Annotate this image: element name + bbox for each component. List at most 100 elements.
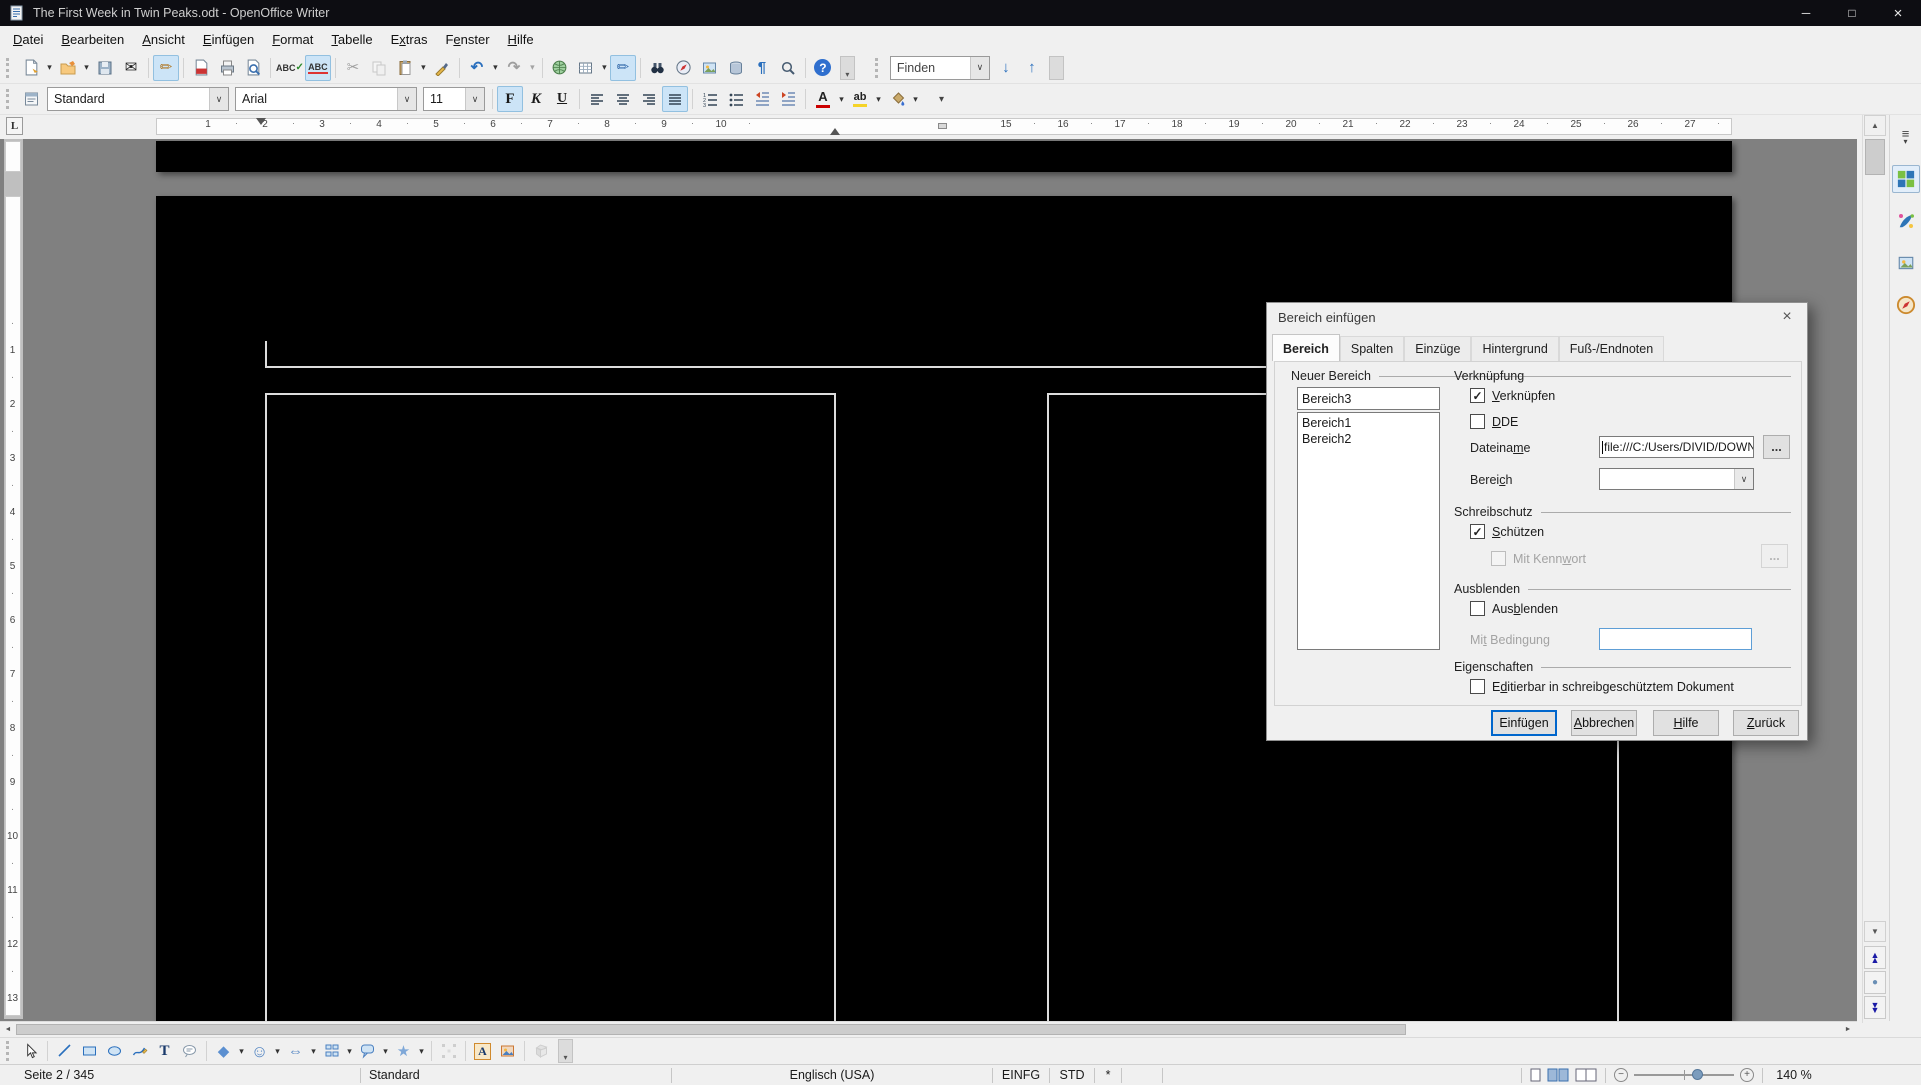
styles-panel-button[interactable]: [18, 86, 44, 112]
flowchart-button[interactable]: [319, 1040, 344, 1063]
drawing-toolbar-grip[interactable]: [6, 1041, 13, 1061]
insert-picture-button[interactable]: [495, 1040, 520, 1063]
block-arrows-button[interactable]: ⇔: [283, 1040, 308, 1063]
style-chevron-icon[interactable]: ∨: [209, 88, 228, 110]
insert-table-button[interactable]: [573, 55, 599, 81]
align-center-button[interactable]: [610, 86, 636, 112]
open-dropdown-icon[interactable]: ▾: [81, 62, 92, 73]
tab-fu-endnoten[interactable]: Fuß-/Endnoten: [1559, 336, 1664, 361]
menu-tabelle[interactable]: Tabelle: [322, 28, 381, 51]
menu-bearbeiten[interactable]: Bearbeiten: [52, 28, 133, 51]
link-checkbox[interactable]: ✓Verknüpfen: [1470, 388, 1555, 403]
help-button-dialog[interactable]: Hilfe: [1653, 710, 1719, 736]
sidebar-gallery-button[interactable]: [1892, 249, 1920, 277]
toolbar-grip[interactable]: [6, 58, 13, 78]
insert-button[interactable]: Einfügen: [1491, 710, 1557, 736]
callouts-button[interactable]: [355, 1040, 380, 1063]
book-view-button[interactable]: [1575, 1068, 1597, 1082]
vertical-scrollbar[interactable]: ▲ ▼ ▲▲ ● ▼▼: [1862, 115, 1886, 1023]
status-page-number[interactable]: Seite 2 / 345: [0, 1065, 360, 1085]
scroll-right-button[interactable]: ►: [1840, 1023, 1856, 1036]
ellipse-tool-button[interactable]: [102, 1040, 127, 1063]
paragraph-style-combobox[interactable]: Standard∨: [47, 87, 229, 111]
freeform-line-tool-button[interactable]: [127, 1040, 152, 1063]
numbered-list-button[interactable]: 123: [697, 86, 723, 112]
undo-dropdown-icon[interactable]: ▾: [490, 62, 501, 73]
status-selection-mode[interactable]: STD: [1050, 1065, 1094, 1085]
callouts-dropdown-icon[interactable]: ▾: [380, 1046, 391, 1057]
find-chevron-icon[interactable]: ∨: [970, 57, 989, 79]
tab-stop-type-selector[interactable]: L: [6, 117, 23, 135]
section-name-input[interactable]: Bereich3: [1297, 387, 1440, 410]
formatting-marks-button[interactable]: ¶: [749, 55, 775, 81]
email-button[interactable]: ✉: [118, 55, 144, 81]
next-page-button[interactable]: ▼▼: [1864, 996, 1886, 1019]
block-arrows-dropdown-icon[interactable]: ▾: [308, 1046, 319, 1057]
edit-file-button[interactable]: ✏: [153, 55, 179, 81]
hyperlink-button[interactable]: [547, 55, 573, 81]
font-size-value[interactable]: 11: [424, 92, 465, 106]
paragraph-style-value[interactable]: Standard: [48, 92, 209, 106]
size-chevron-icon[interactable]: ∨: [465, 88, 484, 110]
zoom-out-button[interactable]: −: [1614, 1068, 1628, 1082]
menu-ansicht[interactable]: Ansicht: [133, 28, 194, 51]
bold-button[interactable]: F: [497, 86, 523, 112]
find-next-button[interactable]: ↓: [993, 55, 1019, 81]
hide-checkbox[interactable]: Ausblenden: [1470, 601, 1558, 616]
find-previous-button[interactable]: ↑: [1019, 55, 1045, 81]
find-combobox[interactable]: Finden∨: [890, 56, 990, 80]
zoom-slider-thumb[interactable]: [1692, 1069, 1703, 1080]
line-tool-button[interactable]: [52, 1040, 77, 1063]
menu-fenster[interactable]: Fenster: [436, 28, 498, 51]
rectangle-tool-button[interactable]: [77, 1040, 102, 1063]
data-sources-button[interactable]: [723, 55, 749, 81]
undo-button[interactable]: ↶: [464, 55, 490, 81]
status-insert-mode[interactable]: EINFG: [993, 1065, 1049, 1085]
zoom-slider[interactable]: − +: [1606, 1065, 1762, 1085]
horizontal-ruler[interactable]: L 1·2·3·4·5·6·7·8·9·10·15·16·17·18·19·20…: [0, 115, 1857, 139]
horizontal-scroll-thumb[interactable]: [16, 1024, 1406, 1035]
listbox-item-bereich2[interactable]: Bereich2: [1302, 431, 1435, 447]
background-color-button[interactable]: [884, 86, 910, 112]
zoom-in-button[interactable]: +: [1740, 1068, 1754, 1082]
fontwork-button[interactable]: A: [470, 1040, 495, 1063]
multi-page-view-button[interactable]: [1547, 1068, 1569, 1082]
protect-checkbox[interactable]: ✓Schützen: [1470, 524, 1544, 539]
save-button[interactable]: [92, 55, 118, 81]
status-zoom-percent[interactable]: 140 %: [1763, 1065, 1825, 1085]
select-tool-button[interactable]: [18, 1040, 43, 1063]
align-left-button[interactable]: [584, 86, 610, 112]
zoom-button[interactable]: [775, 55, 801, 81]
highlighting-dropdown-icon[interactable]: ▾: [873, 94, 884, 105]
condition-input[interactable]: [1599, 628, 1752, 650]
show-draw-functions-button[interactable]: ✏: [610, 55, 636, 81]
formatting-overflow-icon[interactable]: ▾: [939, 94, 944, 105]
single-page-view-button[interactable]: [1530, 1068, 1541, 1082]
horizontal-scrollbar[interactable]: ◄ ►: [0, 1021, 1857, 1037]
drawing-toolbar-end-handle[interactable]: ▾: [558, 1039, 573, 1063]
right-indent-marker[interactable]: [830, 128, 840, 135]
print-preview-button[interactable]: [240, 55, 266, 81]
menu-datei[interactable]: Datei: [4, 28, 52, 51]
first-line-indent-marker[interactable]: [256, 118, 266, 125]
auto-spellcheck-button[interactable]: ABC: [305, 55, 331, 81]
find-input[interactable]: Finden: [891, 61, 970, 75]
font-color-dropdown-icon[interactable]: ▾: [836, 94, 847, 105]
open-button[interactable]: [55, 55, 81, 81]
navigator-button[interactable]: [671, 55, 697, 81]
paste-button[interactable]: [392, 55, 418, 81]
new-document-button[interactable]: [18, 55, 44, 81]
redo-dropdown-icon[interactable]: ▾: [527, 62, 538, 73]
vertical-scroll-thumb[interactable]: [1865, 139, 1885, 175]
status-modified-flag[interactable]: *: [1095, 1065, 1121, 1085]
tab-hintergrund[interactable]: Hintergrund: [1471, 336, 1558, 361]
sidebar-navigator-button[interactable]: [1892, 291, 1920, 319]
tab-bereich[interactable]: Bereich: [1272, 334, 1340, 361]
sidebar-styles-button[interactable]: [1892, 207, 1920, 235]
gallery-button[interactable]: [697, 55, 723, 81]
dde-checkbox[interactable]: DDE: [1470, 414, 1518, 429]
page-1-bottom[interactable]: [156, 141, 1732, 172]
listbox-item-bereich1[interactable]: Bereich1: [1302, 415, 1435, 431]
help-button[interactable]: ?: [810, 55, 836, 81]
left-column-frame[interactable]: [265, 393, 836, 1021]
